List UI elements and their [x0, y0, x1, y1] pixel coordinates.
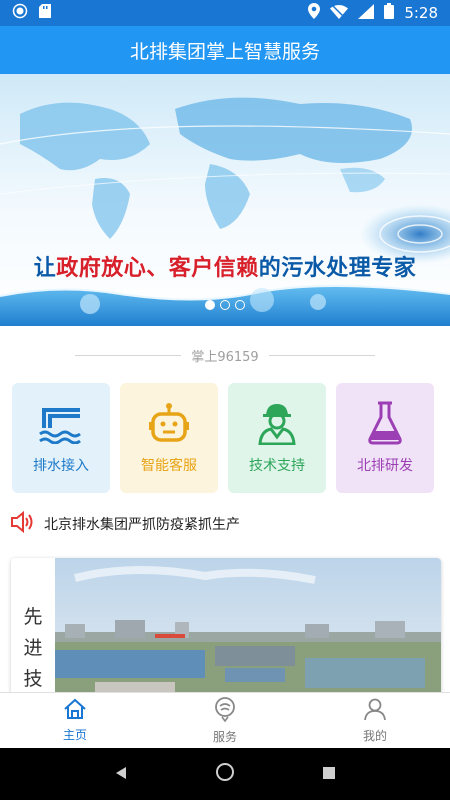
bottom-tab-bar: 主页 服务 我的 — [0, 692, 450, 748]
tile-drainage-access[interactable]: 排水接入 — [12, 383, 110, 493]
service-icon — [212, 696, 238, 725]
title-char: 先 — [23, 606, 43, 628]
news-ticker[interactable]: 北京排水集团严抓防疫紧抓生产 — [10, 510, 440, 538]
banner-carousel[interactable]: 让政府放心、客户信赖的污水处理专家 — [0, 74, 450, 326]
app-title: 北排集团掌上智慧服务 — [129, 40, 320, 63]
tile-smart-service[interactable]: 智能客服 — [120, 383, 218, 493]
signal-icon — [358, 3, 375, 23]
sd-card-icon — [38, 3, 52, 23]
tab-home[interactable]: 主页 — [0, 693, 150, 748]
carousel-dot[interactable] — [235, 300, 245, 310]
carousel-dot[interactable] — [205, 300, 215, 310]
banner-image — [0, 74, 450, 326]
tab-service[interactable]: 服务 — [150, 693, 300, 748]
flask-icon — [361, 401, 409, 445]
divider-line — [268, 354, 376, 356]
section-title: 掌上96159 — [191, 349, 259, 365]
back-icon[interactable] — [114, 765, 128, 784]
carousel-dot[interactable] — [220, 300, 230, 310]
title-char: 进 — [23, 637, 43, 659]
home-icon — [63, 698, 87, 723]
title-char: 技 — [23, 668, 43, 690]
tile-label: 智能客服 — [141, 458, 197, 474]
tile-label: 排水接入 — [33, 458, 89, 474]
status-time: 5:28 — [404, 4, 438, 22]
divider-line — [75, 354, 182, 356]
tile-label: 北排研发 — [357, 458, 413, 474]
engineer-icon — [253, 401, 301, 445]
tab-mine[interactable]: 我的 — [300, 693, 450, 748]
home-button-icon[interactable] — [215, 762, 235, 786]
news-text: 北京排水集团严抓防疫紧抓生产 — [44, 517, 240, 533]
tile-label: 技术支持 — [249, 458, 305, 474]
recents-icon[interactable] — [322, 765, 336, 784]
banner-slogan: 让政府放心、客户信赖的污水处理专家 — [33, 255, 417, 281]
app-bar: 北排集团掌上智慧服务 — [0, 26, 450, 74]
carousel-indicator[interactable] — [0, 300, 450, 310]
tab-label: 主页 — [62, 728, 87, 742]
user-icon — [363, 697, 387, 724]
tile-rd[interactable]: 北排研发 — [336, 383, 434, 493]
location-icon — [308, 3, 321, 23]
record-icon — [12, 3, 28, 23]
system-nav-bar — [0, 748, 450, 800]
service-grid: 排水接入 智能客服 技术支持 北排研发 — [12, 383, 438, 493]
robot-icon — [145, 401, 193, 445]
drainage-icon — [37, 401, 85, 445]
section-header: 掌上96159 — [75, 344, 376, 366]
status-bar: 5:28 — [0, 0, 450, 26]
speaker-icon — [10, 510, 34, 537]
tab-label: 我的 — [362, 729, 387, 743]
battery-icon — [384, 3, 395, 23]
wifi-icon — [330, 4, 349, 23]
tab-label: 服务 — [212, 730, 237, 744]
tile-tech-support[interactable]: 技术支持 — [228, 383, 326, 493]
